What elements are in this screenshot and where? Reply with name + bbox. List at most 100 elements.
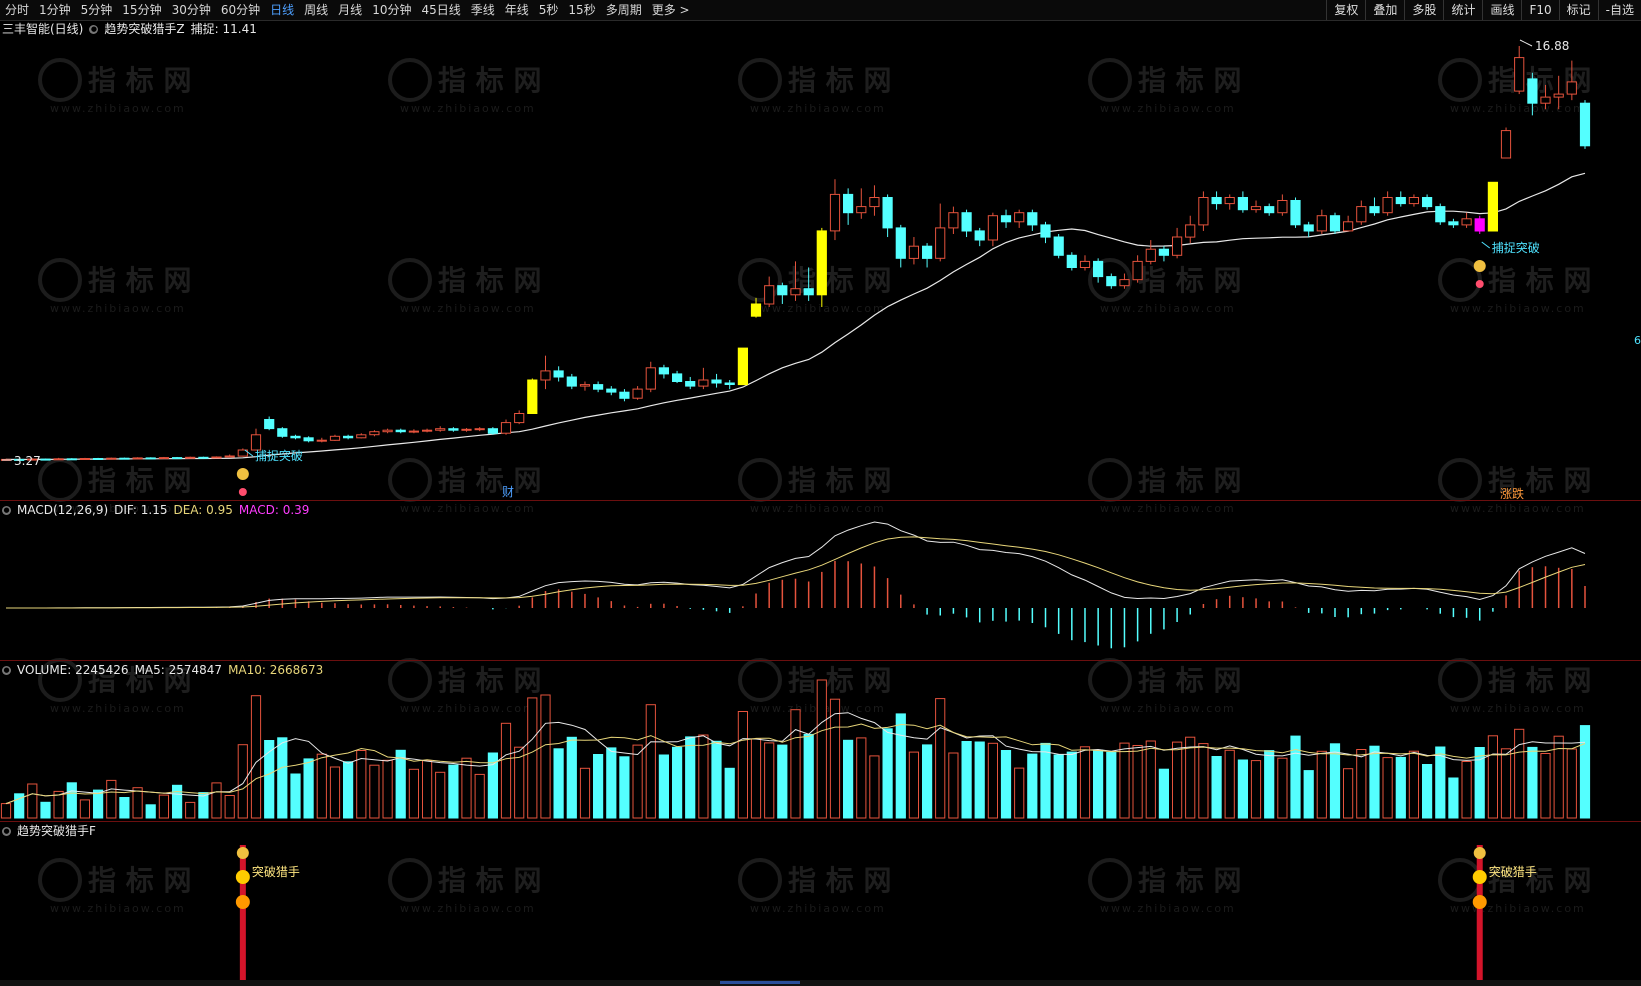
volume-bar	[829, 698, 841, 819]
watermark-url: www.zhibiaow.com	[1100, 902, 1236, 915]
panel-separator	[0, 660, 1641, 661]
watermark-brand: 指 标 网	[88, 264, 192, 297]
volume-bar	[1487, 735, 1499, 819]
candle-body	[1474, 218, 1485, 232]
volume-bar	[1145, 740, 1156, 819]
watermark-logo-icon	[38, 58, 82, 102]
candle-body	[1145, 248, 1156, 262]
candle-body	[803, 288, 814, 296]
candle-body	[711, 379, 722, 384]
settings-dot-icon[interactable]: ●	[2, 826, 11, 836]
watermark-logo-icon	[388, 458, 432, 502]
volume-bar	[1119, 742, 1130, 819]
volume-bar	[343, 761, 354, 819]
candle-body	[1224, 197, 1235, 205]
finance-badge: 财	[502, 485, 514, 499]
volume-bar	[158, 794, 170, 819]
watermark-logo-icon	[388, 58, 432, 102]
settings-dot-icon[interactable]: ●	[89, 24, 99, 34]
volume-bar	[408, 768, 419, 819]
volume-bar	[435, 771, 446, 819]
candle-body	[1158, 248, 1170, 256]
volume-bar	[1356, 749, 1367, 819]
candle-body	[1290, 200, 1301, 226]
candle-body	[1435, 206, 1446, 223]
settings-dot-icon[interactable]: ●	[2, 505, 11, 515]
money-bag-icon	[236, 847, 249, 859]
watermark-logo-icon	[1438, 658, 1482, 702]
macd-name[interactable]: MACD(12,26,9)	[17, 502, 108, 518]
candle-body	[1093, 260, 1104, 278]
volume-bar	[132, 787, 143, 819]
watermark-logo-icon	[738, 658, 782, 702]
candle-body	[843, 193, 854, 214]
candle-body	[1382, 197, 1393, 214]
watermark-logo-icon	[1438, 58, 1482, 102]
watermark-brand: 指 标 网	[1138, 864, 1242, 897]
watermark-logo-icon	[38, 458, 82, 502]
indicator-name[interactable]: 趋势突破猎手Z	[104, 21, 184, 37]
candle-body	[1277, 200, 1288, 214]
signal-panel-header: ● 趋势突破猎手F	[2, 823, 96, 839]
watermark-brand: 指 标 网	[1488, 664, 1592, 697]
candle-body	[1566, 81, 1577, 95]
volume-bar	[1514, 728, 1525, 819]
volume-bar	[369, 764, 380, 819]
capture-label: 捕捉: 11.41	[190, 22, 257, 36]
watermark-url: www.zhibiaow.com	[750, 502, 886, 515]
candle-body	[816, 230, 827, 296]
candle-body	[1500, 130, 1512, 159]
watermark-url: www.zhibiaow.com	[750, 902, 886, 915]
horizontal-scrollbar[interactable]	[0, 980, 1641, 986]
watermark-brand: 指 标 网	[788, 464, 892, 497]
volume-bar	[237, 744, 248, 819]
candle-body	[777, 285, 788, 296]
watermark-url: www.zhibiaow.com	[1450, 502, 1586, 515]
panel-separator	[0, 500, 1641, 501]
candle-body	[645, 367, 656, 390]
watermark-url: www.zhibiaow.com	[1450, 902, 1586, 915]
candle-body	[764, 285, 775, 305]
settings-dot-icon[interactable]: ●	[2, 665, 11, 675]
candle-body	[487, 428, 498, 434]
watermark-brand: 指 标 网	[788, 264, 892, 297]
scrollbar-thumb[interactable]	[720, 981, 800, 984]
volume-bar	[1237, 759, 1249, 819]
candle-body	[500, 422, 512, 434]
watermark-brand: 指 标 网	[788, 664, 892, 697]
candle-body	[1172, 236, 1183, 256]
volume-bar	[843, 739, 854, 819]
candle-body	[277, 428, 288, 437]
volume-bar	[1382, 757, 1393, 819]
candle-body	[619, 391, 630, 399]
capture-signal-label: 捕捉突破	[1492, 240, 1540, 255]
volume-bar	[1290, 735, 1301, 819]
candle-body	[132, 457, 143, 460]
volume-bar	[672, 746, 683, 819]
volume-bar	[1014, 767, 1025, 819]
money-bag-icon	[1473, 847, 1486, 859]
candle-body	[948, 212, 959, 229]
volume-bar	[66, 782, 77, 819]
watermark-url: www.zhibiaow.com	[750, 102, 886, 115]
watermark-url: www.zhibiaow.com	[50, 702, 186, 715]
candle-body	[974, 230, 985, 241]
signal-label: 突破猎手	[252, 864, 300, 879]
kline-chart[interactable]: 指 标 网 www.zhibiaow.com 指 标 网 www.zhibiaow.c…	[0, 0, 1641, 986]
signal-indicator-name[interactable]: 趋势突破猎手F	[17, 823, 96, 839]
volume-bar	[698, 734, 709, 819]
candle-body	[540, 370, 551, 381]
candle-body	[1027, 212, 1038, 226]
volume-bar	[1329, 743, 1341, 819]
watermark-brand: 指 标 网	[1138, 664, 1242, 697]
watermark-brand: 指 标 网	[438, 664, 542, 697]
candle-body	[408, 430, 419, 433]
watermark-url: www.zhibiaow.com	[400, 502, 536, 515]
dea-readout: DEA: 0.95	[173, 503, 233, 517]
watermark-logo-icon	[738, 458, 782, 502]
candle-body	[1356, 206, 1367, 223]
volume-bar	[356, 750, 367, 819]
volume-bar	[500, 722, 512, 819]
candle-body	[1540, 96, 1551, 104]
volume-bar	[93, 789, 104, 819]
